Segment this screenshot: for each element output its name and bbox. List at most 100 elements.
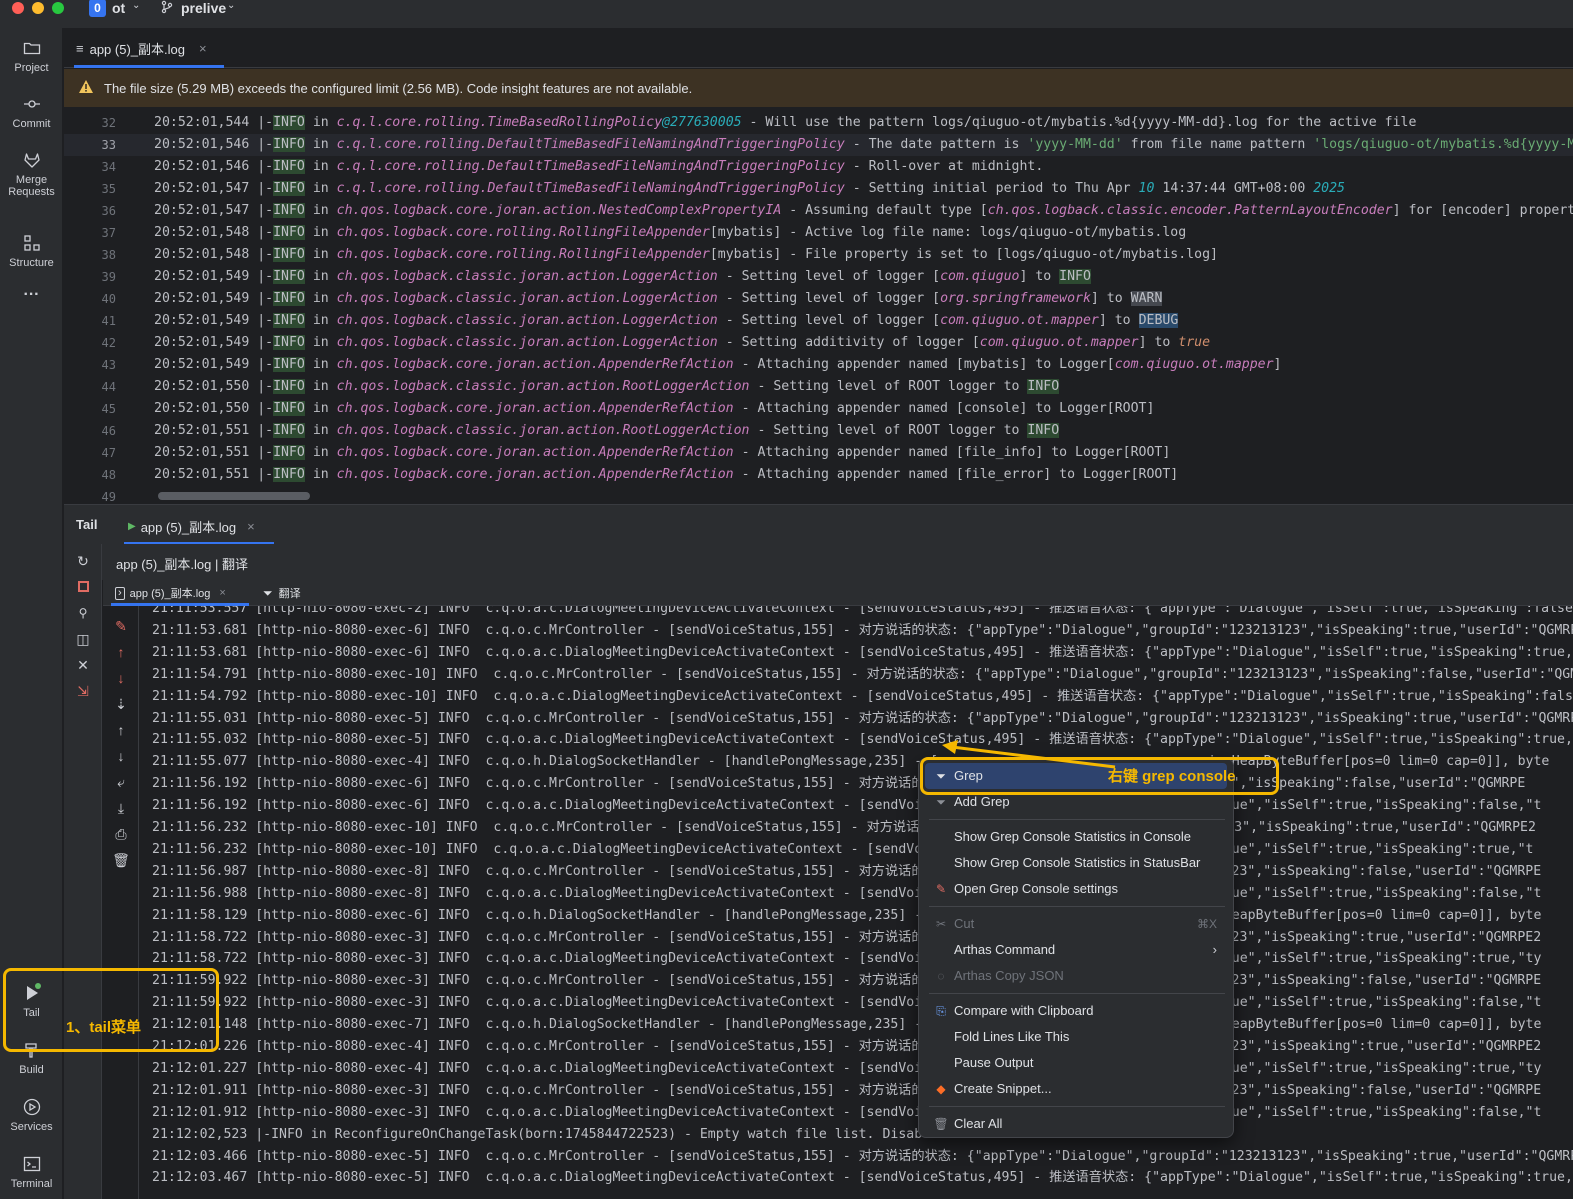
pin-icon[interactable]: ⚲: [64, 603, 102, 623]
previous-occurrence-icon[interactable]: ↑: [103, 642, 139, 662]
scissors-icon: ✂: [935, 917, 947, 931]
sort-icon[interactable]: ⇣: [103, 694, 139, 714]
menu-item-stats-console[interactable]: Show Grep Console Statistics in Console: [925, 824, 1227, 850]
console-line: 21:11:53.681 [http-nio-8080-exec-6] INFO…: [152, 622, 1573, 638]
log-text: 20:52:01,550 |-INFO in ch.qos.logback.co…: [154, 398, 1154, 420]
filter-tab[interactable]: ⏷ 翻译: [263, 585, 301, 601]
terminal-tool-button[interactable]: Terminal: [0, 1154, 63, 1190]
compare-icon: ⎘: [936, 1004, 946, 1018]
log-time: 20:52:01,551: [154, 423, 250, 438]
logger-class: ch.qos.logback.classic.joran.action.Logg…: [336, 335, 718, 350]
log-segment: com.qiuguo.ot.mapper: [979, 335, 1139, 350]
log-editor[interactable]: 32 20:52:01,544 |-INFO in c.q.l.core.roll…: [64, 107, 1573, 503]
project-name[interactable]: ot: [112, 0, 125, 16]
log-level: INFO: [273, 379, 305, 394]
title-bar: 0 ot ⌄ prelive ⌄: [0, 0, 1573, 28]
console-line: 21:12:01.227 [http-nio-8080-exec-4] INFO…: [152, 1060, 1542, 1076]
console-output[interactable]: 21:11:53.557 [http-nio-8080-exec-2] INFO…: [140, 606, 1573, 1199]
editor-tab-log-file[interactable]: ≡ app (5)_副本.log ×: [76, 36, 207, 60]
close-window-button[interactable]: [12, 2, 24, 14]
close-icon[interactable]: ✕: [64, 655, 102, 675]
console-line: 21:12:01.911 [http-nio-8080-exec-3] INFO…: [152, 1082, 1542, 1098]
zoom-window-button[interactable]: [52, 2, 64, 14]
log-segment: in: [304, 335, 337, 350]
editor-line: 39 20:52:01,549 |-INFO in ch.qos.logback.…: [64, 266, 1573, 288]
menu-item-fold-lines[interactable]: Fold Lines Like This: [925, 1024, 1227, 1050]
logger-class: c.q.l.core.rolling.DefaultTimeBasedFileN…: [336, 181, 845, 196]
menu-item-open-settings[interactable]: ✎ Open Grep Console settings: [925, 876, 1227, 902]
console-line: 21:12:01.226 [http-nio-8080-exec-4] INFO…: [152, 1039, 1542, 1054]
services-icon: [22, 1097, 42, 1117]
log-text: 20:52:01,548 |-INFO in ch.qos.logback.co…: [154, 244, 1218, 266]
exit-icon[interactable]: ⇲: [64, 681, 102, 701]
down-arrow-icon[interactable]: ↓: [103, 746, 139, 766]
close-icon[interactable]: ×: [199, 41, 207, 56]
commit-tool-button[interactable]: Commit: [0, 94, 63, 130]
console-toolbar: ✎ ↑ ↓ ⇣ ↑ ↓ ⤶ ⤓ ⎙ 🗑: [103, 606, 139, 1199]
more-tools-button[interactable]: ···: [0, 286, 63, 304]
log-segment: com.qiuguo: [940, 269, 1020, 284]
menu-item-stats-statusbar[interactable]: Show Grep Console Statistics in StatusBa…: [925, 850, 1227, 876]
log-segment: - Setting initial period to Thu Apr: [844, 181, 1139, 196]
branch-name[interactable]: prelive: [181, 0, 226, 16]
filter-tab-label: 翻译: [278, 588, 301, 600]
next-occurrence-icon[interactable]: ↓: [103, 668, 139, 688]
soft-wrap-icon[interactable]: ⤶: [103, 772, 139, 792]
structure-tool-button[interactable]: Structure: [0, 233, 63, 269]
console-line: 21:11:56.232 [http-nio-8080-exec-10] INF…: [152, 820, 1536, 835]
project-tool-label: Project: [14, 62, 49, 74]
layout-icon[interactable]: ◫: [64, 629, 102, 649]
log-level-value: WARN: [1130, 291, 1163, 306]
print-icon[interactable]: ⎙: [103, 824, 139, 844]
horizontal-scrollbar[interactable]: [156, 491, 1573, 501]
log-time: 20:52:01,546: [154, 137, 250, 152]
menu-item-clear-all[interactable]: 🗑 Clear All: [925, 1111, 1227, 1137]
log-segment: - Setting level of ROOT logger to: [749, 423, 1028, 438]
line-number: 38: [101, 248, 116, 262]
log-level: INFO: [273, 115, 305, 130]
editor-line: 37 20:52:01,548 |-INFO in ch.qos.logback.…: [64, 222, 1573, 244]
line-number: 33: [101, 138, 116, 152]
console-line: 21:11:53.681 [http-nio-8080-exec-6] INFO…: [152, 644, 1573, 660]
log-segment: - Attaching appender named [file_info] t…: [733, 445, 1171, 460]
clear-highlight-icon[interactable]: ✎: [103, 616, 139, 636]
services-tool-button[interactable]: Services: [0, 1097, 63, 1133]
scroll-to-end-icon[interactable]: ⤓: [103, 798, 139, 818]
build-tool-label: Build: [19, 1064, 44, 1076]
tail-tool-window-header: Tail ▶ app (5)_副本.log ×: [64, 504, 1573, 545]
log-segment: in: [304, 313, 337, 328]
merge-requests-label-1: Merge: [15, 174, 48, 186]
minimize-window-button[interactable]: [32, 2, 44, 14]
merge-requests-tool-button[interactable]: Merge Requests: [0, 150, 63, 198]
project-tool-button[interactable]: Project: [0, 38, 63, 74]
log-segment: in: [304, 137, 337, 152]
menu-item-arthas-command[interactable]: Arthas Command ›: [925, 937, 1227, 963]
up-arrow-icon[interactable]: ↑: [103, 720, 139, 740]
menu-item-create-snippet[interactable]: ◆ Create Snippet...: [925, 1076, 1227, 1102]
log-time: 20:52:01,548: [154, 247, 250, 262]
branch-icon: [160, 0, 174, 17]
log-level: INFO: [273, 247, 305, 262]
console-tab[interactable]: › app (5)_副本.log ×: [115, 585, 226, 601]
close-icon[interactable]: ×: [247, 519, 255, 534]
log-segment: - Setting level of ROOT logger to: [749, 379, 1028, 394]
line-number: 43: [101, 358, 116, 372]
commit-tool-label: Commit: [12, 118, 51, 130]
log-time: 20:52:01,551: [154, 467, 250, 482]
menu-item-cut[interactable]: ✂ Cut ⌘X: [925, 911, 1227, 937]
menu-item-compare-clipboard[interactable]: ⎘ Compare with Clipboard: [925, 998, 1227, 1024]
warning-text: The file size (5.29 MB) exceeds the conf…: [104, 80, 693, 96]
close-icon[interactable]: ×: [219, 587, 225, 599]
log-text: 20:52:01,551 |-INFO in ch.qos.logback.co…: [154, 464, 1178, 486]
log-segment: ] to: [1019, 269, 1060, 284]
log-level: INFO: [273, 313, 305, 328]
trash-icon[interactable]: 🗑: [103, 850, 139, 870]
log-segment: |-: [249, 247, 274, 262]
log-segment: true: [1178, 335, 1211, 350]
rerun-icon[interactable]: ↻: [64, 551, 102, 571]
stop-icon[interactable]: [64, 577, 102, 597]
menu-item-arthas-copy-json[interactable]: ◌ Arthas Copy JSON: [925, 963, 1227, 989]
menu-item-pause-output[interactable]: Pause Output: [925, 1050, 1227, 1076]
tail-tab[interactable]: ▶ app (5)_副本.log ×: [128, 517, 255, 536]
project-badge[interactable]: 0: [89, 0, 106, 17]
